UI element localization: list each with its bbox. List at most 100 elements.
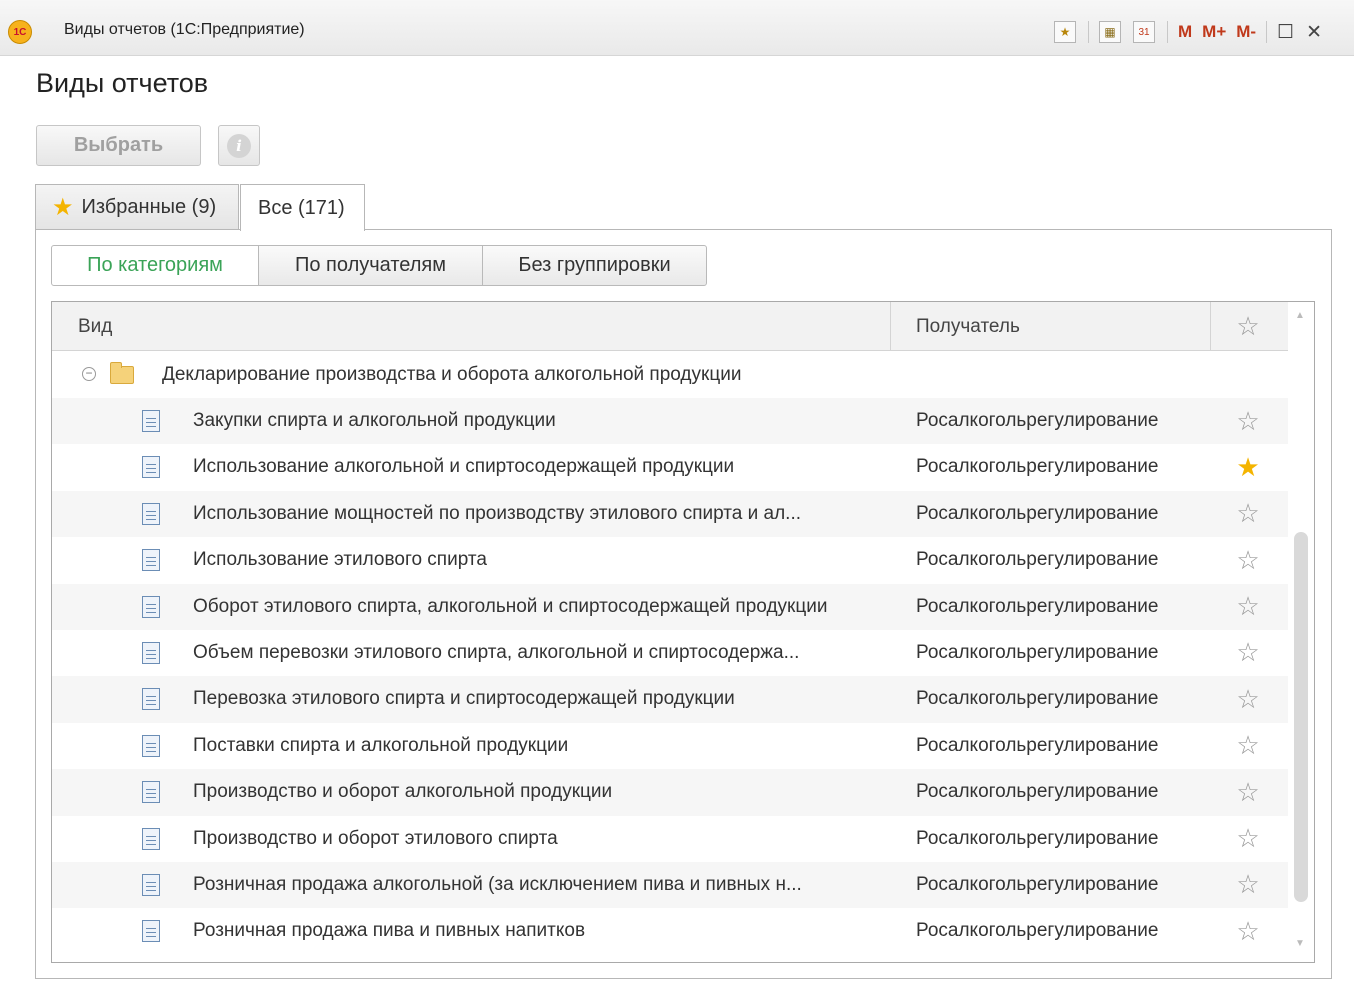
reports-table: Вид Получатель ☆ − Декларирование произв… [51,301,1315,963]
table-row[interactable]: Использование мощностей по производству … [52,490,1288,538]
scrollbar-thumb[interactable] [1294,532,1308,902]
collapse-icon[interactable]: − [82,367,96,381]
table-row[interactable]: Объем перевозки этилового спирта, алкого… [52,630,1288,676]
window-title: Виды отчетов (1С:Предприятие) [64,21,305,38]
recipient-cell: Росалкогольрегулирование [916,456,1159,478]
table-row[interactable]: Перевозка этилового спирта и спиртосодер… [52,676,1288,723]
table-row[interactable]: Розничная продажа пива и пивных напитков… [52,908,1288,954]
toolbar-separator [1266,21,1268,43]
memory-minus-button[interactable]: M- [1236,22,1256,42]
select-button[interactable]: Выбрать [36,125,201,166]
star-outline-icon: ☆ [1236,869,1260,900]
favorite-toggle[interactable]: ☆ [1210,630,1286,676]
recipient-cell: Росалкогольрегулирование [916,734,1159,756]
tab-all[interactable]: Все (171) [240,184,365,231]
table-row[interactable]: Производство и оборот алкогольной продук… [52,769,1288,816]
document-icon [142,410,160,432]
favorite-toggle[interactable]: ☆ [1210,537,1286,583]
favorite-toggle[interactable]: ☆ [1210,908,1286,954]
table-row[interactable]: Поставки спирта и алкогольной продукции Р… [52,723,1288,769]
grouping-by-recipient-button[interactable]: По получателям [258,245,483,286]
star-outline-icon: ☆ [1236,311,1260,341]
app-logo-icon: 1С [8,20,32,44]
group-row[interactable]: − Декларирование производства и оборота … [52,352,1288,398]
memory-plus-button[interactable]: M+ [1202,22,1226,42]
group-label: Декларирование производства и оборота ал… [162,364,742,385]
grouping-by-category-button[interactable]: По категориям [51,245,259,286]
calendar-icon[interactable]: 31 [1133,21,1155,43]
report-name-cell: Использование мощностей по производству … [193,502,801,524]
report-name-cell: Объем перевозки этилового спирта, алкого… [193,641,800,663]
favorite-toggle[interactable]: ☆ [1210,676,1286,722]
favorites-icon[interactable]: ★ [1054,21,1076,43]
favorite-toggle[interactable]: ★ [1210,444,1286,490]
star-outline-icon: ☆ [1236,915,1260,946]
document-icon [142,502,160,525]
favorite-toggle[interactable]: ☆ [1210,491,1286,537]
document-icon [142,688,160,711]
table-row[interactable]: Использование алкогольной и спиртосодерж… [52,444,1288,490]
favorite-toggle[interactable]: ☆ [1210,816,1286,862]
recipient-cell: Росалкогольрегулирование [916,410,1159,431]
scroll-up-icon[interactable]: ▲ [1295,310,1305,321]
document-icon [142,920,160,943]
calculator-icon[interactable]: ▦ [1099,21,1121,43]
recipient-cell: Росалкогольрегулирование [916,595,1159,617]
favorite-toggle[interactable]: ☆ [1210,584,1286,630]
recipient-cell: Росалкогольрегулирование [916,920,1159,942]
report-name-cell: Розничная продажа алкогольной (за исключ… [193,873,802,895]
column-header-kind[interactable]: Вид [78,302,112,351]
report-name-cell: Закупки спирта и алкогольной продукции [193,410,556,431]
favorite-toggle[interactable]: ☆ [1210,769,1286,815]
table-header: Вид Получатель ☆ [52,302,1288,351]
star-outline-icon: ☆ [1236,823,1260,854]
column-header-recipient[interactable]: Получатель [916,302,1020,351]
tab-favorites-label: Избранные (9) [81,196,217,218]
memory-m-button[interactable]: M [1178,22,1192,42]
document-icon [142,549,160,572]
toolbar-separator [1167,21,1168,43]
star-outline-icon: ☆ [1236,637,1260,668]
column-header-favorite[interactable]: ☆ [1210,302,1286,351]
document-icon [142,734,160,757]
grouping-none-button[interactable]: Без группировки [482,245,707,286]
table-row[interactable]: Оборот этилового спирта, алкогольной и с… [52,583,1288,630]
document-icon [142,641,160,664]
recipient-cell: Росалкогольрегулирование [916,549,1159,571]
document-icon [142,595,160,618]
star-outline-icon: ☆ [1236,683,1260,714]
window-toolbar: ★ ▦ 31 M M+ M- ☐ ✕ [1054,18,1334,46]
star-outline-icon: ☆ [1236,405,1260,436]
page-title: Виды отчетов [36,68,209,98]
star-icon: ★ [52,194,74,221]
table-row[interactable]: Розничная продажа алкогольной (за исключ… [52,861,1288,909]
tab-favorites[interactable]: ★ Избранные (9) [35,184,239,230]
report-name-cell: Оборот этилового спирта, алкогольной и с… [193,595,828,617]
report-name-cell: Поставки спирта и алкогольной продукции [193,734,569,756]
info-icon: i [227,133,251,158]
document-icon [142,781,160,804]
column-divider [890,302,891,351]
star-filled-icon: ★ [1236,451,1260,482]
star-outline-icon: ☆ [1236,498,1260,529]
recipient-cell: Росалкогольрегулирование [916,781,1159,803]
report-name-cell: Перевозка этилового спирта и спиртосодер… [193,688,735,710]
report-name-cell: Производство и оборот этилового спирта [193,827,558,849]
document-icon [142,827,160,850]
favorite-toggle[interactable]: ☆ [1210,723,1286,769]
close-icon[interactable]: ✕ [1306,21,1322,44]
toolbar-separator [1088,21,1089,43]
recipient-cell: Росалкогольрегулирование [916,827,1159,849]
favorite-toggle[interactable]: ☆ [1210,862,1286,908]
scroll-down-icon[interactable]: ▼ [1295,938,1305,949]
favorite-toggle[interactable]: ☆ [1210,398,1286,444]
info-button[interactable]: i [218,125,260,166]
report-name-cell: Использование алкогольной и спиртосодерж… [193,456,735,478]
table-row[interactable]: Закупки спирта и алкогольной продукции Ро… [52,398,1288,445]
recipient-cell: Росалкогольрегулирование [916,641,1159,663]
maximize-icon[interactable]: ☐ [1277,21,1294,44]
title-bar: 1С Виды отчетов (1С:Предприятие) ★ ▦ 31 … [0,0,1354,56]
recipient-cell: Росалкогольрегулирование [916,688,1159,710]
table-row[interactable]: Производство и оборот этилового спирта Ро… [52,816,1288,862]
table-row[interactable]: Использование этилового спирта Росалкогол… [52,537,1288,583]
